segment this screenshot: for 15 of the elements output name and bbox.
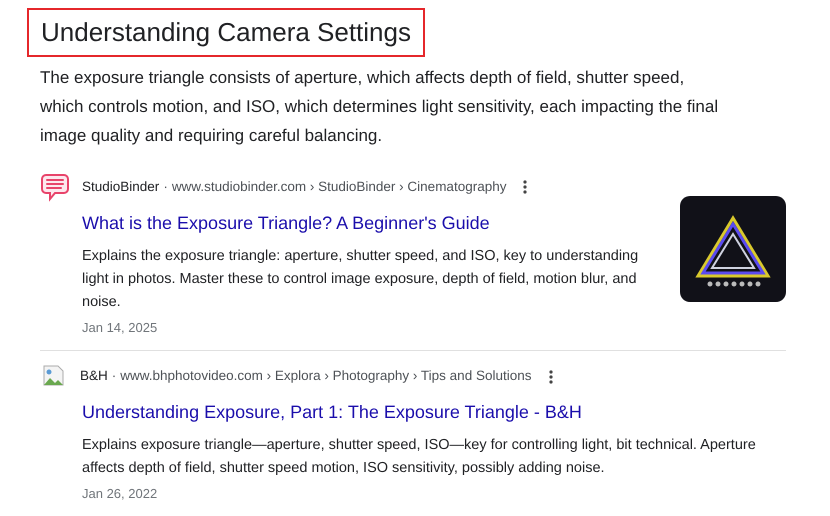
result-snippet: Explains the exposure triangle: aperture, shutter speed, and ISO, key to understanding light in photos. Master these to control image exposure, depth of field, motion blur, and noise. <box>82 247 640 312</box>
result-date: Jan 14, 2025 <box>82 319 158 337</box>
source-name: B&H <box>80 367 108 386</box>
section-heading: Understanding Camera Settings <box>27 8 425 57</box>
separator-dot: · <box>163 178 168 196</box>
separator-dot: · <box>112 367 116 386</box>
result-snippet: Explains exposure triangle—aperture, shutter speed, ISO—key for controlling light, bit technical. Aperture affects depth of field, shutter speed motion, ISO sensitivity, possibly adding noise. <box>82 436 757 478</box>
source-name: StudioBinder <box>82 178 160 196</box>
result-date: Jan 26, 2022 <box>82 484 158 502</box>
source-url: www.bhphotovideo.com › Explora › Photography › Tips and Solutions <box>120 367 532 386</box>
source-url: www.studiobinder.com › StudioBinder › Cinematography <box>172 178 506 196</box>
chat-bubble-icon <box>40 172 70 202</box>
summary-paragraph: The exposure triangle consists of aperture, which affects depth of field, shutter speed, which controls motion, and ISO, which determines light sensitivity, each impacting the final image quality and requiring careful balancing. <box>40 67 720 147</box>
result-title-link[interactable]: Understanding Exposure, Part 1: The Exposure Triangle - B&H <box>82 398 786 426</box>
result-title-link[interactable]: What is the Exposure Triangle? A Beginner's Guide <box>82 210 664 237</box>
